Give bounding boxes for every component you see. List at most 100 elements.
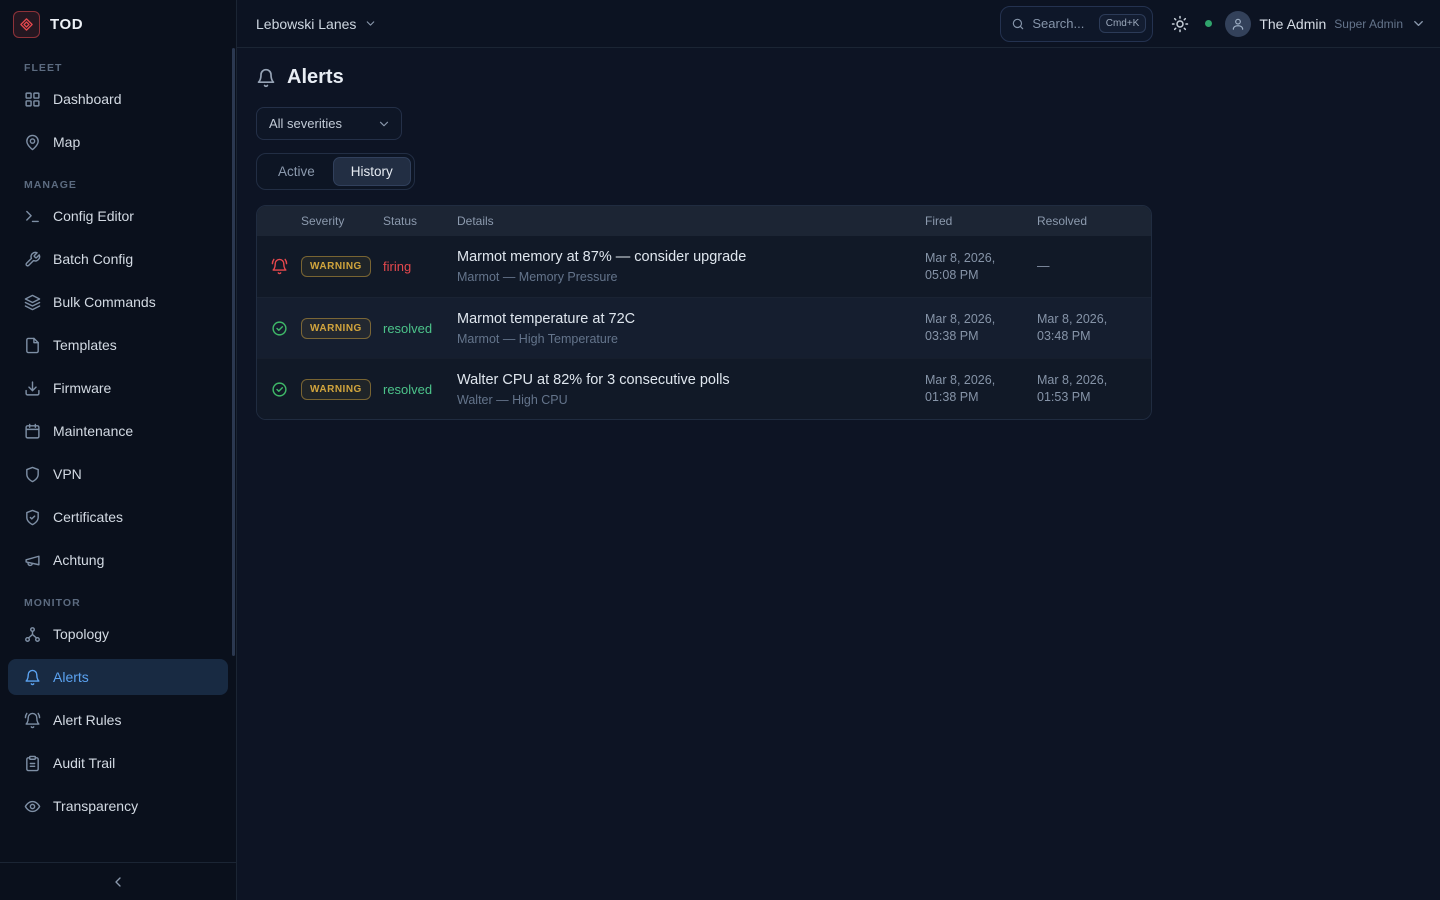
chevron-down-icon	[1411, 16, 1426, 31]
sidebar-item-label: Map	[53, 134, 80, 150]
resolved-timestamp: Mar 8, 2026, 01:53 PM	[1037, 372, 1151, 406]
shield-icon	[24, 466, 41, 483]
global-search[interactable]: Cmd+K	[1000, 6, 1153, 42]
shield-check-icon	[24, 509, 41, 526]
resolved-timestamp: Mar 8, 2026, 03:48 PM	[1037, 311, 1151, 345]
brand: TOD	[0, 0, 236, 48]
network-icon	[24, 626, 41, 643]
wrench-icon	[24, 251, 41, 268]
user-role-badge: Super Admin	[1334, 17, 1403, 31]
status-text: resolved	[383, 382, 457, 397]
table-row[interactable]: WARNING firing Marmot memory at 87% — co…	[257, 236, 1151, 297]
sidebar-scrollbar[interactable]	[232, 48, 235, 656]
sidebar-item-bulk-commands[interactable]: Bulk Commands	[8, 284, 228, 320]
alert-title: Walter CPU at 82% for 3 consecutive poll…	[457, 372, 909, 388]
nav-section-fleet: FLEET	[8, 50, 228, 81]
resolved-timestamp: —	[1037, 258, 1151, 275]
sidebar-item-achtung[interactable]: Achtung	[8, 542, 228, 578]
search-icon	[1011, 17, 1025, 31]
col-header-fired: Fired	[925, 214, 1037, 228]
sidebar-item-firmware[interactable]: Firmware	[8, 370, 228, 406]
chevron-down-icon	[364, 17, 377, 30]
check-circle-icon	[271, 381, 288, 398]
megaphone-icon	[24, 552, 41, 569]
theme-toggle-button[interactable]	[1171, 15, 1189, 33]
sidebar-nav: FLEET Dashboard Map MANAGE Config Editor…	[0, 48, 236, 824]
map-pin-icon	[24, 134, 41, 151]
alert-title: Marmot temperature at 72C	[457, 311, 909, 327]
status-text: resolved	[383, 321, 457, 336]
page-header: Alerts	[256, 66, 1416, 89]
fired-timestamp: Mar 8, 2026, 05:08 PM	[925, 250, 1037, 284]
sidebar-item-templates[interactable]: Templates	[8, 327, 228, 363]
alert-details: Marmot memory at 87% — consider upgrade …	[457, 249, 925, 284]
sidebar-item-label: Alerts	[53, 669, 89, 685]
alert-subtitle: Marmot — Memory Pressure	[457, 270, 909, 284]
file-icon	[24, 337, 41, 354]
connection-status-dot	[1205, 20, 1212, 27]
col-header-icon	[257, 214, 301, 228]
sidebar-item-label: Achtung	[53, 552, 104, 568]
table-header-row: Severity Status Details Fired Resolved	[257, 206, 1151, 236]
search-input[interactable]	[1032, 16, 1091, 31]
sidebar-item-label: Transparency	[53, 798, 138, 814]
fired-timestamp: Mar 8, 2026, 03:38 PM	[925, 311, 1037, 345]
fired-timestamp: Mar 8, 2026, 01:38 PM	[925, 372, 1037, 406]
severity-badge: WARNING	[301, 318, 371, 339]
sidebar-item-vpn[interactable]: VPN	[8, 456, 228, 492]
sun-icon	[1171, 15, 1189, 33]
page-title: Alerts	[287, 66, 344, 89]
eye-icon	[24, 798, 41, 815]
table-body: WARNING firing Marmot memory at 87% — co…	[257, 236, 1151, 419]
sidebar-item-map[interactable]: Map	[8, 124, 228, 160]
col-header-resolved: Resolved	[1037, 214, 1151, 228]
check-circle-icon	[271, 320, 288, 337]
search-shortcut-badge: Cmd+K	[1099, 14, 1147, 33]
sidebar-item-label: Config Editor	[53, 208, 134, 224]
sidebar-item-label: Batch Config	[53, 251, 133, 267]
org-name: Lebowski Lanes	[256, 16, 356, 32]
sidebar-item-batch-config[interactable]: Batch Config	[8, 241, 228, 277]
calendar-icon	[24, 423, 41, 440]
org-selector[interactable]: Lebowski Lanes	[256, 16, 377, 32]
sidebar-item-label: Dashboard	[53, 91, 122, 107]
nav-section-monitor: MONITOR	[8, 585, 228, 616]
status-text: firing	[383, 259, 457, 274]
col-header-severity: Severity	[301, 214, 383, 228]
sidebar-item-label: Bulk Commands	[53, 294, 156, 310]
sidebar-item-certificates[interactable]: Certificates	[8, 499, 228, 535]
severity-badge: WARNING	[301, 256, 371, 277]
col-header-status: Status	[383, 214, 457, 228]
sidebar-item-maintenance[interactable]: Maintenance	[8, 413, 228, 449]
user-menu[interactable]: The Admin Super Admin	[1225, 11, 1426, 37]
sidebar-item-label: Firmware	[53, 380, 111, 396]
sidebar-item-config-editor[interactable]: Config Editor	[8, 198, 228, 234]
sidebar-item-label: Certificates	[53, 509, 123, 525]
table-row[interactable]: WARNING resolved Walter CPU at 82% for 3…	[257, 358, 1151, 419]
sidebar-item-transparency[interactable]: Transparency	[8, 788, 228, 824]
sidebar-item-audit-trail[interactable]: Audit Trail	[8, 745, 228, 781]
avatar	[1225, 11, 1251, 37]
tab-active[interactable]: Active	[260, 157, 333, 186]
alerts-tabs: Active History	[256, 153, 415, 190]
terminal-icon	[24, 208, 41, 225]
sidebar-item-label: Maintenance	[53, 423, 133, 439]
sidebar-item-alert-rules[interactable]: Alert Rules	[8, 702, 228, 738]
alert-subtitle: Marmot — High Temperature	[457, 332, 909, 346]
bell-ring-icon	[24, 712, 41, 729]
tab-history[interactable]: History	[333, 157, 411, 186]
sidebar-item-label: Audit Trail	[53, 755, 115, 771]
sidebar-item-alerts[interactable]: Alerts	[8, 659, 228, 695]
sidebar-item-topology[interactable]: Topology	[8, 616, 228, 652]
alerts-table: Severity Status Details Fired Resolved W…	[256, 205, 1152, 420]
severity-filter-select[interactable]: All severities	[256, 107, 402, 140]
sidebar-item-label: Templates	[53, 337, 117, 353]
nav-section-manage: MANAGE	[8, 167, 228, 198]
sidebar-item-dashboard[interactable]: Dashboard	[8, 81, 228, 117]
user-name: The Admin	[1259, 16, 1326, 32]
table-row[interactable]: WARNING resolved Marmot temperature at 7…	[257, 297, 1151, 358]
bell-icon	[256, 68, 276, 88]
alert-subtitle: Walter — High CPU	[457, 393, 909, 407]
bell-icon	[24, 669, 41, 686]
sidebar-collapse-button[interactable]	[0, 862, 236, 900]
